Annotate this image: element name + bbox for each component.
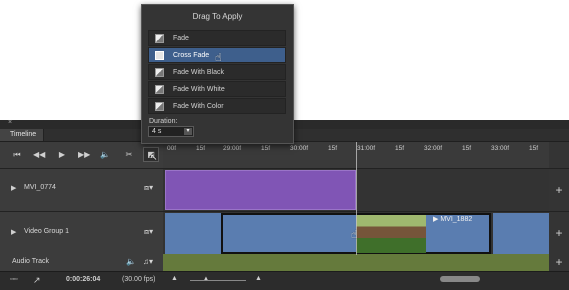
track-name: MVI_0774 [24,184,56,191]
ruler-tick: 15f [462,145,472,152]
transition-label: Cross Fade [173,52,210,59]
transition-label: Fade With Black [173,69,224,76]
timeline-panel: × Timeline ⏮ ◀◀ ▶ ▶▶ 🔈 ✂ ◩ 00f 15f 29:00… [0,119,569,290]
frame-grid-icon[interactable]: ▫▫▫ [10,276,17,283]
clip-left[interactable] [165,213,221,254]
cross-fade-icon [155,51,164,60]
play-icon[interactable]: ▶ [57,150,67,160]
transition-fade[interactable]: Fade [148,30,286,46]
transition-fade-black[interactable]: Fade With Black [148,64,286,80]
ruler-tick: 33:00f [491,145,510,152]
fps: (30.00 fps) [122,276,156,283]
split-scissors-icon[interactable]: ✂ [124,150,134,160]
ruler-tick: 32:00f [424,145,443,152]
add-audio-icon[interactable]: + [549,254,569,272]
duration-value: 4 s [152,128,162,135]
playback-controls: ⏮ ◀◀ ▶ ▶▶ 🔈 ✂ ◩ [0,142,163,169]
ruler-tick: 15f [261,145,271,152]
render-arrow-icon[interactable]: ↗ [33,275,41,286]
ruler-tick: 30:00f [290,145,309,152]
film-strip-icon[interactable]: ⧈▾ [144,227,153,237]
fade-black-icon [155,68,164,77]
add-media-icon[interactable]: + [549,212,569,255]
expand-triangle-icon[interactable]: ▶ [11,184,16,192]
track-header-mvi-0774[interactable]: ▶ MVI_0774 ⧈▾ [0,169,163,212]
zoom-slider-handle[interactable]: ▲ [203,276,209,282]
scrollbar-thumb[interactable] [440,276,480,282]
clip-mvi-0774[interactable] [165,170,356,210]
close-icon[interactable]: × [8,119,12,126]
previous-frame-icon[interactable]: ◀◀ [33,150,45,160]
ruler-end [549,142,569,169]
track-name: Video Group 1 [24,228,70,235]
audio-lane[interactable] [163,254,549,271]
track-header-audio[interactable]: Audio Track 🔈 ♫▾ [0,254,163,272]
clip-thumbnail [356,215,426,253]
add-media-icon[interactable]: + [549,169,569,212]
track-name: Audio Track [12,258,49,265]
ruler-tick: 31:00f [357,145,376,152]
go-to-first-frame-icon[interactable]: ⏮ [12,150,22,160]
arrow-cursor-icon: ↖ [150,152,158,162]
duration-select[interactable]: 4 s ▾ [148,126,194,137]
track-header-video-group-1[interactable]: ▶ Video Group 1 ⧈▾ [0,212,163,255]
ruler-tick: 00f [167,145,177,152]
transition-popup: Drag To Apply Fade Cross Fade ☝ Fade Wit… [141,4,294,144]
tab-timeline[interactable]: Timeline [0,129,44,141]
speaker-icon[interactable]: 🔈 [126,257,136,266]
fade-icon [155,34,164,43]
popup-title: Drag To Apply [192,12,243,21]
clip-right[interactable] [493,213,549,254]
fade-color-icon [155,102,164,111]
transition-fade-white[interactable]: Fade With White [148,81,286,97]
ruler-tick: 15f [328,145,338,152]
music-note-icon[interactable]: ♫▾ [143,257,153,266]
clip-label: ▶ MVI_1882 [433,216,473,223]
mute-audio-icon[interactable]: 🔈 [100,150,110,160]
timecode: 0:00:26:04 [66,276,101,283]
ruler-tick: 15f [196,145,206,152]
film-strip-icon[interactable]: ⧈▾ [144,183,153,193]
zoom-in-icon[interactable]: ▲ [255,275,262,282]
ruler-tick: 15f [395,145,405,152]
status-bar: ▫▫▫ ↗ 0:00:26:04 (30.00 fps) ▲ ▲ ▲ [0,271,569,290]
transition-cross-fade[interactable]: Cross Fade ☝ [148,47,286,64]
transition-label: Fade [173,35,189,42]
ruler-tick: 15f [529,145,539,152]
hand-cursor-icon: ☝ [351,229,358,241]
next-frame-icon[interactable]: ▶▶ [78,150,90,160]
transition-fade-color[interactable]: Fade With Color [148,98,286,114]
duration-label: Duration: [149,118,178,125]
transition-list: Fade Cross Fade ☝ Fade With Black Fade W… [148,30,286,115]
transition-label: Fade With Color [173,103,224,110]
zoom-out-icon[interactable]: ▲ [171,275,178,282]
expand-triangle-icon[interactable]: ▶ [11,228,16,236]
transition-label: Fade With White [173,86,225,93]
fade-white-icon [155,85,164,94]
ruler-tick: 29:00f [223,145,242,152]
zoom-slider[interactable] [190,280,246,281]
chevron-down-icon: ▾ [184,128,192,135]
